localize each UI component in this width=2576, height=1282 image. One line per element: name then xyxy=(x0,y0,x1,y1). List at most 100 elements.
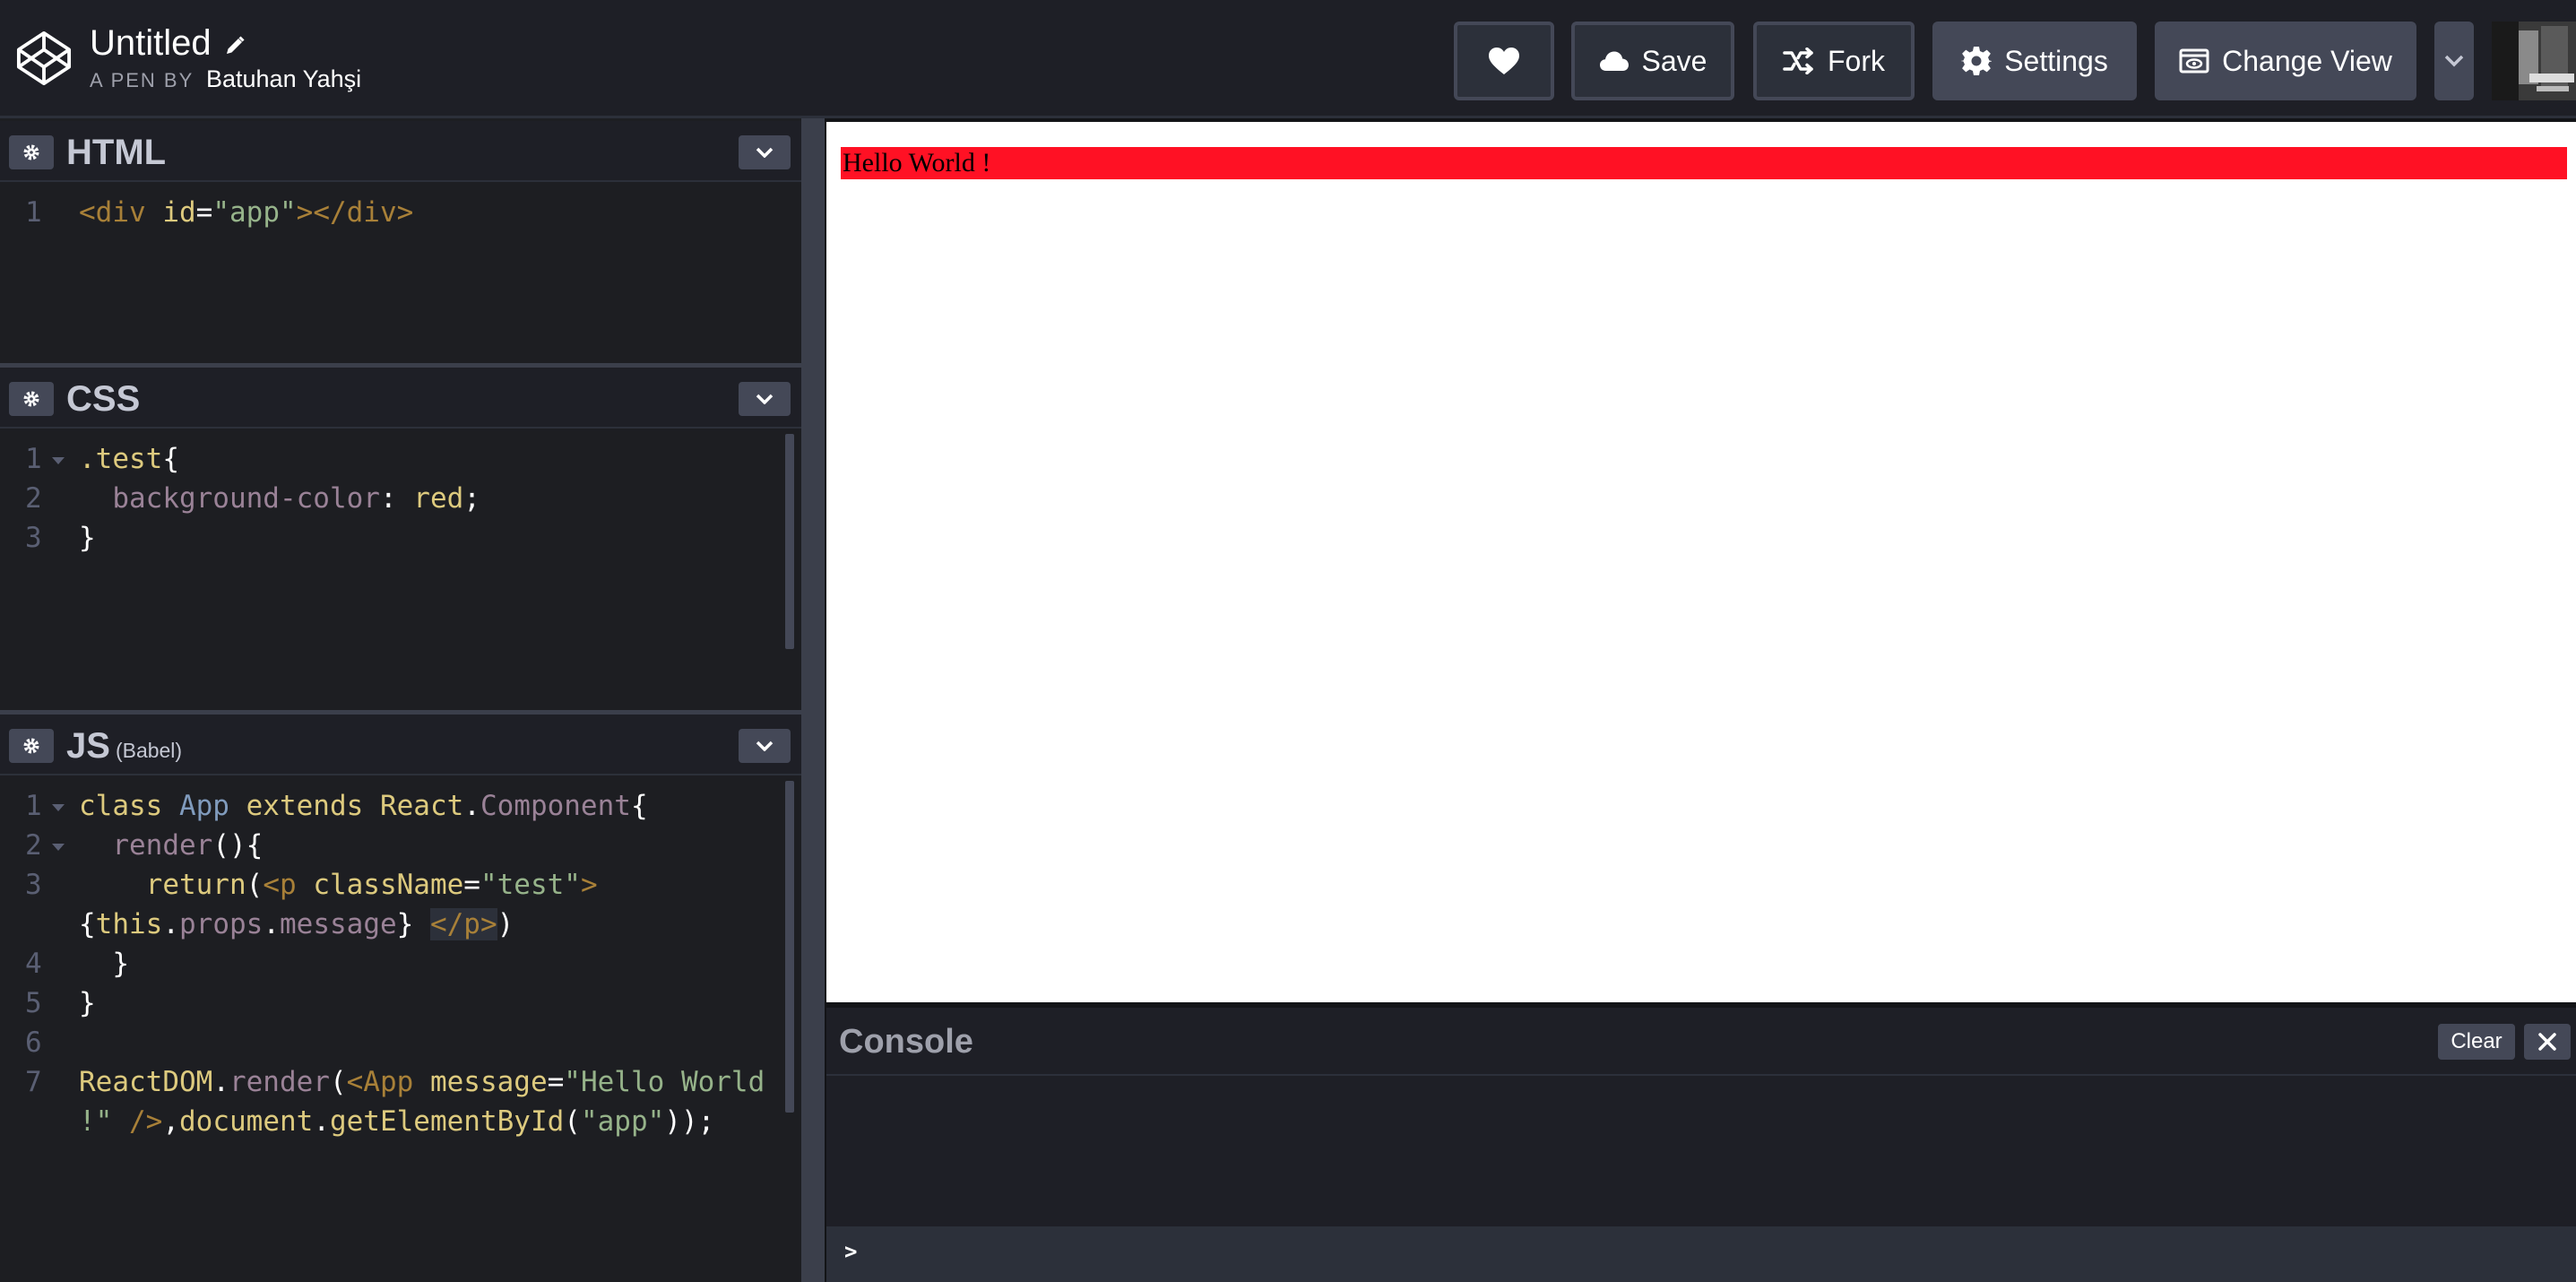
code-content: render(){ xyxy=(79,826,263,865)
code-line[interactable]: 1 <div id="app"></div> xyxy=(0,193,801,232)
code-token: , xyxy=(162,1105,179,1138)
code-line[interactable]: 2 render(){ xyxy=(0,826,801,865)
change-view-button[interactable]: Change View xyxy=(2155,22,2416,100)
code-content: } xyxy=(79,518,96,558)
code-line[interactable]: 1 class App extends React.Component{ xyxy=(0,786,801,826)
code-token: extends xyxy=(246,790,380,822)
pen-title-text[interactable]: Untitled xyxy=(90,23,212,63)
css-settings-button[interactable] xyxy=(9,382,54,416)
eye-window-icon xyxy=(2179,48,2209,74)
code-token: ReactDOM xyxy=(79,1066,213,1098)
code-line[interactable]: {this.props.message} </p>) xyxy=(0,905,801,944)
more-options-dropdown[interactable] xyxy=(2434,22,2474,100)
code-line[interactable]: 4 } xyxy=(0,944,801,983)
pen-title[interactable]: Untitled xyxy=(90,20,246,68)
code-content: {this.props.message} </p>) xyxy=(79,905,514,944)
html-editor-title: HTML xyxy=(66,133,167,172)
code-content: !" />,document.getElementById("app")); xyxy=(79,1102,714,1141)
code-line[interactable]: !" />,document.getElementById("app")); xyxy=(0,1102,801,1141)
html-code-area[interactable]: 1 <div id="app"></div> xyxy=(0,193,801,232)
line-number: 3 xyxy=(25,869,42,901)
code-token: = xyxy=(195,196,213,229)
css-collapse-button[interactable] xyxy=(739,382,791,416)
code-token: App xyxy=(178,790,246,822)
code-content: <div id="app"></div> xyxy=(79,193,413,232)
code-token: background-color xyxy=(79,482,380,515)
result-preview: Hello World ! xyxy=(826,122,2576,1002)
code-token: . xyxy=(463,790,480,822)
css-code-area[interactable]: 1 .test{2 background-color: red; 3} xyxy=(0,439,801,558)
chevron-down-icon xyxy=(756,147,774,158)
line-number: 4 xyxy=(25,948,42,980)
code-token: : xyxy=(379,482,414,515)
line-number: 6 xyxy=(25,1026,42,1059)
code-line[interactable]: 3 return(<p className="test"> xyxy=(0,865,801,905)
js-code-area[interactable]: 1 class App extends React.Component{2 ren… xyxy=(0,786,801,1141)
code-token: message xyxy=(429,1066,548,1098)
code-line[interactable]: 1 .test{ xyxy=(0,439,801,479)
code-token: getElementById xyxy=(329,1105,565,1138)
header-bar: Untitled A PEN BY Batuhan Yahşi Save For… xyxy=(0,0,2576,118)
css-editor: CSS 1 .test{2 background-color: red; 3} xyxy=(0,368,801,710)
console-clear-button[interactable]: Clear xyxy=(2438,1024,2515,1060)
code-token: <p xyxy=(263,869,314,901)
code-token: ( xyxy=(246,869,264,901)
like-button[interactable] xyxy=(1454,22,1554,100)
settings-button[interactable]: Settings xyxy=(1932,22,2137,100)
code-token: "test" xyxy=(480,869,581,901)
code-token: . xyxy=(263,908,280,940)
js-editor-header: JS (Babel) xyxy=(0,715,801,775)
code-token: <App xyxy=(346,1066,430,1098)
code-token: )); xyxy=(664,1105,715,1138)
fork-button[interactable]: Fork xyxy=(1753,22,1915,100)
panel-resize-handle[interactable] xyxy=(801,118,825,1282)
code-token: ( xyxy=(329,1066,347,1098)
code-token: "Hello World xyxy=(564,1066,765,1098)
line-number: 1 xyxy=(25,790,42,822)
code-content: return(<p className="test"> xyxy=(79,865,598,905)
chevron-down-icon xyxy=(2444,55,2464,67)
fold-arrow-icon[interactable] xyxy=(52,844,65,851)
code-token: . xyxy=(313,1105,330,1138)
save-label: Save xyxy=(1641,44,1707,77)
code-line[interactable]: 2 background-color: red; xyxy=(0,479,801,518)
code-token: React xyxy=(379,790,464,822)
js-scrollbar[interactable] xyxy=(785,781,794,1113)
code-token: = xyxy=(547,1066,565,1098)
save-button[interactable]: Save xyxy=(1571,22,1734,100)
gear-icon xyxy=(23,391,39,407)
console-input[interactable]: > xyxy=(826,1226,2576,1282)
code-line[interactable]: 3} xyxy=(0,518,801,558)
code-token: ; xyxy=(463,482,480,515)
code-token: !" xyxy=(79,1105,129,1138)
code-line[interactable]: 5} xyxy=(0,983,801,1023)
js-collapse-button[interactable] xyxy=(739,729,791,763)
code-token: this xyxy=(95,908,163,940)
code-token: . xyxy=(162,908,179,940)
cloud-icon xyxy=(1599,51,1629,71)
user-avatar[interactable] xyxy=(2492,22,2576,100)
pen-by-label: A PEN BY xyxy=(90,69,194,91)
change-view-label: Change View xyxy=(2222,44,2392,77)
html-editor: HTML 1 <div id="app"></div> xyxy=(0,121,801,363)
css-scrollbar[interactable] xyxy=(785,434,794,649)
code-token: } xyxy=(396,908,430,940)
html-collapse-button[interactable] xyxy=(739,135,791,169)
code-line[interactable]: 6 xyxy=(0,1023,801,1062)
code-token: id xyxy=(162,196,196,229)
code-content: .test{ xyxy=(79,439,179,479)
js-settings-button[interactable] xyxy=(9,729,54,763)
code-line[interactable]: 7 ReactDOM.render(<App message="Hello Wor… xyxy=(0,1062,801,1102)
pencil-icon[interactable] xyxy=(224,22,246,68)
code-token: } xyxy=(79,522,96,554)
fold-arrow-icon[interactable] xyxy=(52,457,65,464)
author-link[interactable]: Batuhan Yahşi xyxy=(206,65,361,92)
code-token: } xyxy=(79,948,129,980)
code-token: <div xyxy=(79,196,163,229)
fold-arrow-icon[interactable] xyxy=(52,804,65,811)
codepen-logo-icon[interactable] xyxy=(16,30,72,86)
html-settings-button[interactable] xyxy=(9,135,54,169)
code-content: ReactDOM.render(<App message="Hello Worl… xyxy=(79,1062,765,1102)
console-close-button[interactable] xyxy=(2524,1024,2571,1060)
console-prompt: > xyxy=(844,1239,858,1264)
